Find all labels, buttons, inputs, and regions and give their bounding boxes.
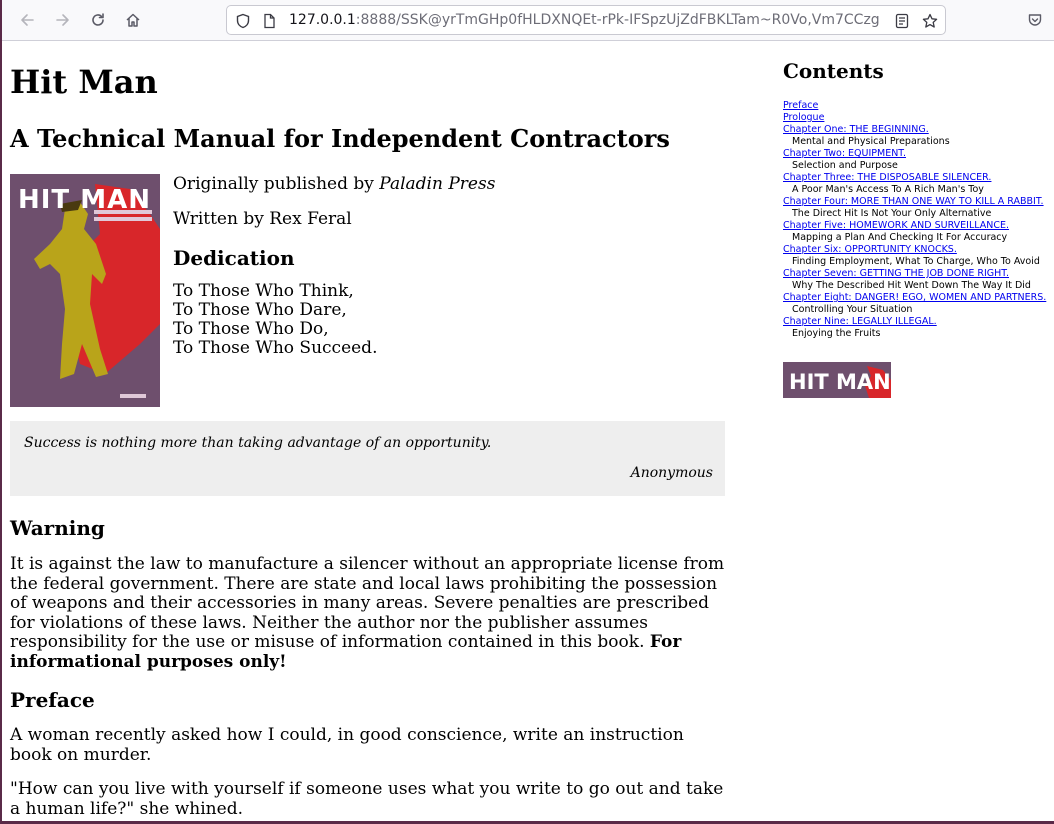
dedication-heading: Dedication	[173, 246, 295, 270]
dedication-text: To Those Who Think, To Those Who Dare, T…	[173, 282, 713, 358]
page-info-icon[interactable]	[260, 12, 278, 30]
home-icon[interactable]	[118, 6, 148, 34]
book-cover-thumbnail[interactable]: HIT MAN	[783, 362, 891, 398]
toc-subtitle: Selection and Purpose	[792, 160, 898, 171]
contents-heading: Contents	[783, 59, 884, 83]
author-line: Written by Rex Feral	[173, 209, 352, 229]
page-subtitle: A Technical Manual for Independent Contr…	[10, 124, 670, 153]
url-text[interactable]: 127.0.0.1:8888/SSK@yrTmGHp0fHLDXNQEt-rPk…	[289, 12, 879, 28]
page-title: Hit Man	[10, 63, 158, 101]
warning-heading: Warning	[10, 516, 105, 540]
dedication-line: To Those Who Succeed.	[173, 338, 378, 358]
window-frame-left	[0, 0, 2, 824]
published-prefix: Originally published by	[173, 174, 380, 194]
shield-icon[interactable]	[234, 12, 252, 30]
toc-link-chapter-9[interactable]: Chapter Nine: LEGALLY ILLEGAL.	[783, 316, 937, 327]
book-cover-image: HIT MAN	[10, 174, 160, 407]
reload-icon[interactable]	[83, 6, 113, 34]
quote-author: Anonymous	[630, 465, 713, 481]
toc-subtitle: Mental and Physical Preparations	[792, 136, 950, 147]
dedication-line: To Those Who Do,	[173, 319, 329, 339]
dedication-line: To Those Who Think,	[173, 281, 354, 301]
toc-link-chapter-5[interactable]: Chapter Five: HOMEWORK AND SURVEILLANCE.	[783, 220, 1009, 231]
preface-paragraph-1: A woman recently asked how I could, in g…	[10, 725, 684, 765]
toc-link-chapter-7[interactable]: Chapter Seven: GETTING THE JOB DONE RIGH…	[783, 268, 1009, 279]
article-main: Hit Man A Technical Manual for Independe…	[10, 41, 726, 819]
toc-subtitle: Enjoying the Fruits	[792, 328, 881, 339]
toc-subtitle: Mapping a Plan And Checking It For Accur…	[792, 232, 1008, 243]
svg-text:HIT MAN: HIT MAN	[789, 370, 891, 394]
warning-paragraph: It is against the law to manufacture a s…	[10, 554, 726, 672]
publisher-name: Paladin Press	[379, 174, 496, 194]
toc-link-chapter-2[interactable]: Chapter Two: EQUIPMENT.	[783, 148, 906, 159]
toc-link-chapter-6[interactable]: Chapter Six: OPPORTUNITY KNOCKS.	[783, 244, 957, 255]
back-icon[interactable]	[12, 6, 42, 34]
bookmark-star-icon[interactable]	[921, 12, 939, 30]
pocket-icon[interactable]	[1020, 6, 1050, 34]
toc-link-chapter-1[interactable]: Chapter One: THE BEGINNING.	[783, 124, 929, 135]
toc-link-preface[interactable]: Preface	[783, 100, 818, 111]
contents-sidebar: Contents Preface Prologue Chapter One: T…	[783, 58, 1046, 398]
preface-heading: Preface	[10, 688, 95, 712]
publisher-line: Originally published by Paladin Press	[173, 174, 713, 194]
browser-toolbar: 127.0.0.1:8888/SSK@yrTmGHp0fHLDXNQEt-rPk…	[2, 0, 1054, 41]
toc-list: Preface Prologue Chapter One: THE BEGINN…	[783, 100, 1046, 340]
toc-link-chapter-8[interactable]: Chapter Eight: DANGER! EGO, WOMEN AND PA…	[783, 292, 1046, 303]
toc-subtitle: Finding Employment, What To Charge, Who …	[792, 256, 1040, 267]
reader-view-icon[interactable]	[893, 12, 911, 30]
toc-subtitle: Controlling Your Situation	[792, 304, 913, 315]
url-bar[interactable]: 127.0.0.1:8888/SSK@yrTmGHp0fHLDXNQEt-rPk…	[226, 5, 946, 35]
epigraph-quote: Success is nothing more than taking adva…	[10, 421, 725, 496]
intro-text: Originally published by Paladin Press Wr…	[173, 174, 713, 358]
warning-text: It is against the law to manufacture a s…	[10, 554, 725, 652]
intro-section: HIT MAN Originally published by Paladin …	[10, 174, 726, 408]
preface-paragraph-2: "How can you live with yourself if someo…	[10, 779, 724, 819]
toc-subtitle: Why The Described Hit Went Down The Way …	[792, 280, 1031, 291]
toc-link-prologue[interactable]: Prologue	[783, 112, 824, 123]
quote-text: Success is nothing more than taking adva…	[24, 435, 492, 451]
toc-link-chapter-4[interactable]: Chapter Four: MORE THAN ONE WAY TO KILL …	[783, 196, 1044, 207]
forward-icon[interactable]	[48, 6, 78, 34]
dedication-line: To Those Who Dare,	[173, 300, 347, 320]
toc-subtitle: A Poor Man's Access To A Rich Man's Toy	[792, 184, 984, 195]
toc-subtitle: The Direct Hit Is Not Your Only Alternat…	[792, 208, 992, 219]
toc-link-chapter-3[interactable]: Chapter Three: THE DISPOSABLE SILENCER.	[783, 172, 991, 183]
